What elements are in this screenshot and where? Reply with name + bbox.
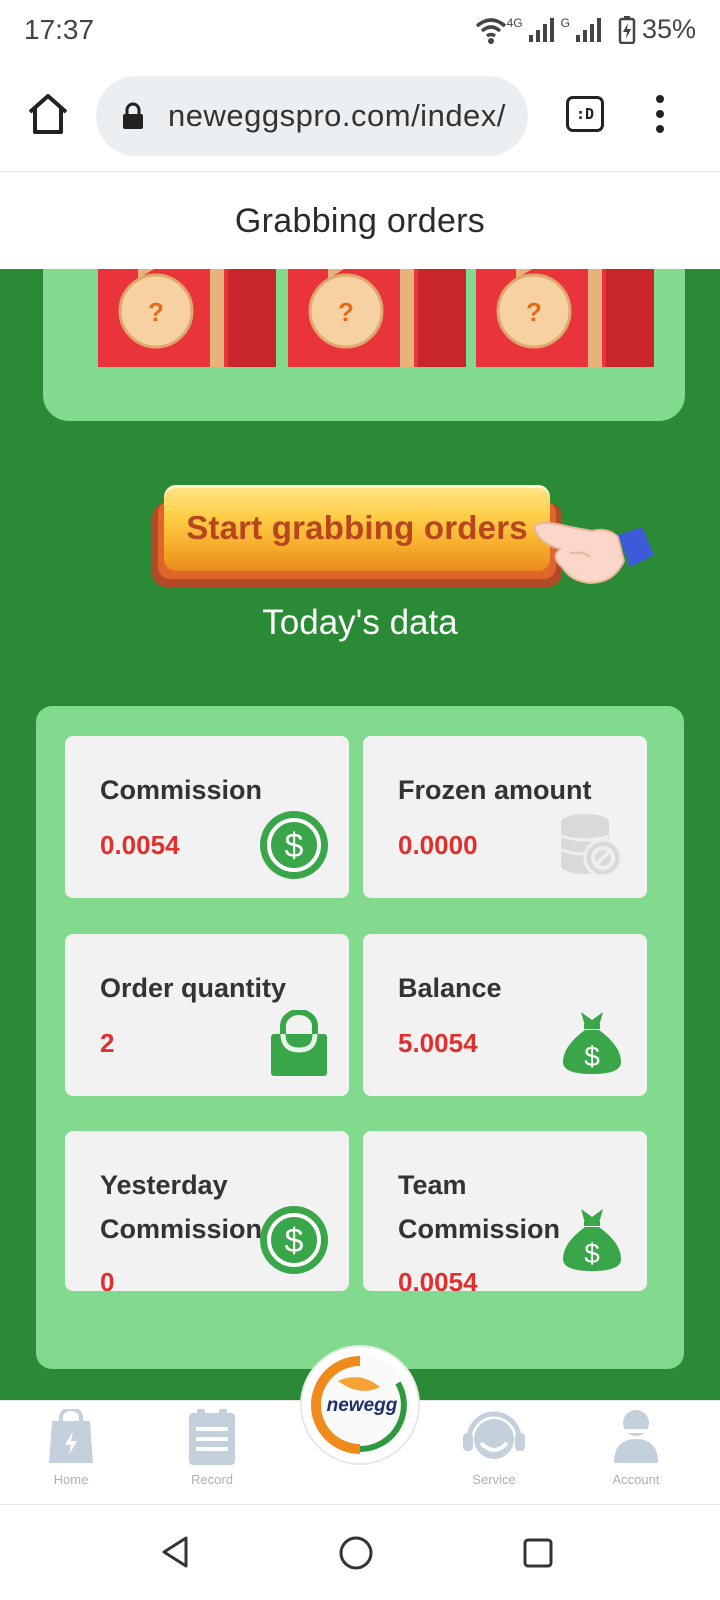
stat-card-order-quantity: Order quantity 2 — [65, 934, 349, 1096]
signal-icon-2 — [575, 17, 601, 42]
gift-box-1[interactable]: ? — [98, 269, 276, 367]
network-4g-label: 4G — [506, 15, 523, 30]
gift-box-card: ? ? ? — [43, 269, 685, 421]
tab-switcher-button[interactable]: :D — [566, 96, 604, 132]
nav-account[interactable]: Account — [586, 1409, 686, 1487]
gift-box-3[interactable]: ? — [476, 269, 654, 367]
headset-icon — [463, 1411, 525, 1459]
money-bag-icon: $ — [563, 1012, 621, 1074]
wifi-icon — [475, 17, 506, 44]
newegg-logo-text: newegg — [327, 1395, 398, 1416]
signal-icon — [528, 17, 554, 42]
money-bag-icon: $ — [563, 1209, 621, 1271]
gift-box-icon: ? — [98, 269, 276, 367]
battery-percent: 35% — [641, 14, 696, 44]
svg-text:$: $ — [285, 1222, 304, 1260]
gift-box-icon: ? — [288, 269, 466, 367]
stat-card-yesterday-commission: Yesterday Commission 0 $ — [65, 1131, 349, 1291]
nav-service[interactable]: Service — [444, 1409, 544, 1487]
stat-label-commission: Commission — [100, 775, 263, 805]
stat-card-frozen-amount: Frozen amount 0.0000 — [363, 736, 647, 898]
browser-toolbar: neweggspro.com/index/ :D — [0, 62, 720, 172]
stat-label-order-quantity: Order quantity — [100, 973, 287, 1003]
gift-question-mark: ? — [148, 297, 164, 327]
gift-question-mark: ? — [338, 297, 354, 327]
stat-label-frozen-amount: Frozen amount — [398, 775, 592, 805]
nav-service-label: Service — [472, 1472, 516, 1487]
nav-account-label: Account — [612, 1472, 660, 1487]
pointing-hand-icon — [532, 522, 654, 585]
record-clipboard-icon — [189, 1409, 235, 1465]
gift-box-icon: ? — [476, 269, 654, 367]
status-time: 17:37 — [24, 14, 95, 45]
user-icon — [614, 1410, 658, 1463]
home-bag-icon — [49, 1407, 93, 1463]
gift-box-2[interactable]: ? — [288, 269, 466, 367]
recents-icon[interactable] — [522, 1537, 554, 1569]
stat-card-commission: Commission 0.0054 $ — [65, 736, 349, 898]
shopping-bag-icon — [271, 1010, 327, 1076]
stat-card-team-commission: Team Commission 0.0054 $ — [363, 1131, 647, 1291]
nav-newegg-center-button[interactable]: newegg — [302, 1347, 418, 1463]
nav-record[interactable]: Record — [162, 1409, 262, 1487]
dollar-coin-icon: $ — [260, 811, 328, 879]
newegg-logo: newegg — [310, 1355, 410, 1455]
stat-value-balance: 5.0054 — [398, 1028, 478, 1058]
battery-charging-icon — [618, 15, 636, 44]
home-icon — [28, 94, 68, 134]
system-navigation-bar — [0, 1504, 720, 1600]
url-text: neweggspro.com/index/ — [168, 98, 506, 133]
browser-menu-button[interactable] — [648, 92, 672, 136]
start-grabbing-button[interactable]: Start grabbing orders — [152, 485, 566, 595]
stat-value-order-quantity: 2 — [100, 1028, 115, 1058]
address-bar[interactable]: neweggspro.com/index/ — [96, 76, 528, 156]
nav-home-label: Home — [53, 1472, 89, 1487]
dollar-coin-icon: $ — [260, 1206, 328, 1274]
home-circle-icon[interactable] — [338, 1535, 374, 1571]
todays-data-panel: Commission 0.0054 $ Frozen amount 0.0000 — [36, 706, 684, 1369]
lock-icon — [123, 102, 143, 129]
svg-text:$: $ — [285, 827, 304, 865]
nav-home[interactable]: Home — [21, 1407, 121, 1487]
stat-value-commission: 0.0054 — [100, 830, 180, 860]
status-indicators: 4G G 35% — [473, 14, 696, 45]
network-g-label: G — [560, 15, 570, 30]
browser-home-button[interactable] — [24, 90, 72, 138]
stat-value-team-commission: 0.0054 — [398, 1267, 478, 1291]
start-grabbing-label: Start grabbing orders — [186, 509, 528, 546]
frozen-coins-icon — [560, 814, 623, 878]
back-icon[interactable] — [160, 1535, 190, 1569]
stat-card-balance: Balance 5.0054 $ — [363, 934, 647, 1096]
nav-record-label: Record — [191, 1472, 233, 1487]
page-title: Grabbing orders — [234, 201, 486, 240]
status-bar: 17:37 4G G 35% — [0, 0, 720, 62]
main-content: ? ? ? Start grabbing orders Today's data… — [0, 269, 720, 1400]
svg-text:$: $ — [584, 1041, 600, 1072]
page-header: Grabbing orders — [0, 173, 720, 269]
svg-text:$: $ — [584, 1238, 600, 1269]
stat-value-frozen-amount: 0.0000 — [398, 830, 478, 860]
stat-label-balance: Balance — [398, 973, 502, 1003]
gift-question-mark: ? — [526, 297, 542, 327]
todays-data-title: Today's data — [262, 603, 458, 642]
stat-value-yesterday-commission: 0 — [100, 1267, 115, 1291]
